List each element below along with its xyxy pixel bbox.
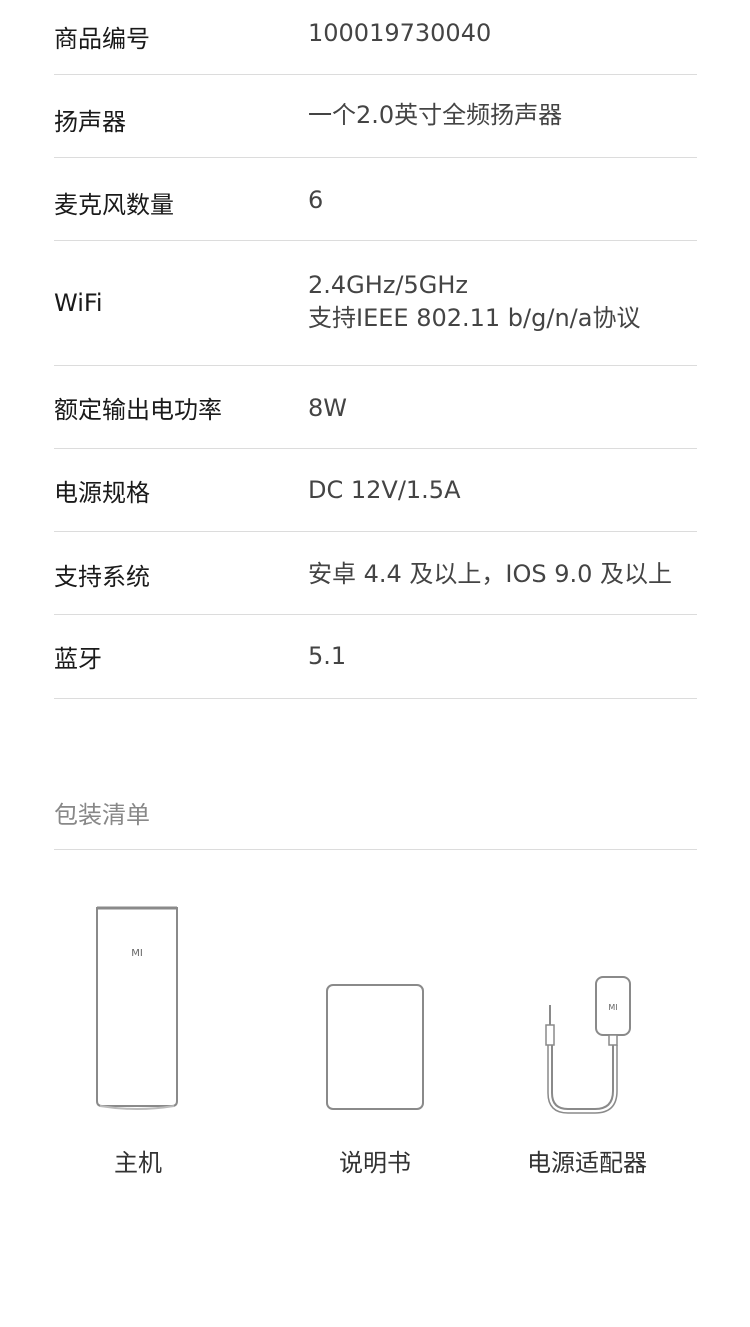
spec-row-os-support: 支持系统 安卓 4.4 及以上，IOS 9.0 及以上 — [54, 532, 697, 615]
package-item-power-adapter: MI — [540, 975, 635, 1115]
spec-label: WiFi — [54, 289, 103, 317]
package-item-label: 主机 — [114, 1149, 162, 1177]
package-list-title: 包装清单 — [54, 801, 150, 829]
spec-value: 5.1 — [308, 642, 347, 670]
spec-label: 扬声器 — [54, 108, 126, 136]
spec-row-microphones: 麦克风数量 6 — [54, 158, 697, 241]
package-item-manual — [325, 983, 425, 1111]
spec-value: 一个2.0英寸全频扬声器 — [308, 101, 563, 129]
spec-label: 电源规格 — [54, 479, 150, 507]
spec-value: DC 12V/1.5A — [308, 476, 461, 504]
spec-value: 2.4GHz/5GHz — [308, 271, 469, 299]
package-item-speaker: MI — [92, 905, 184, 1115]
spec-value-secondary: 支持IEEE 802.11 b/g/n/a协议 — [308, 304, 641, 332]
package-item-label: 电源适配器 — [527, 1149, 647, 1177]
spec-label: 支持系统 — [54, 563, 150, 591]
package-item-label: 说明书 — [339, 1149, 411, 1177]
mi-logo: MI — [608, 1003, 617, 1012]
spec-row-wifi: WiFi 2.4GHz/5GHz 支持IEEE 802.11 b/g/n/a协议 — [54, 241, 697, 366]
spec-label: 麦克风数量 — [54, 191, 174, 219]
spec-value: 6 — [308, 186, 324, 214]
spec-value: 100019730040 — [308, 19, 492, 47]
power-adapter-icon: MI — [545, 976, 631, 1114]
spec-label: 额定输出电功率 — [54, 396, 222, 424]
speaker-icon: MI — [96, 906, 178, 1110]
spec-row-speaker: 扬声器 一个2.0英寸全频扬声器 — [54, 75, 697, 158]
divider — [54, 849, 697, 850]
manual-icon — [326, 984, 424, 1110]
spec-value: 安卓 4.4 及以上，IOS 9.0 及以上 — [308, 560, 673, 588]
spec-label: 蓝牙 — [54, 645, 102, 673]
spec-row-output-power: 额定输出电功率 8W — [54, 366, 697, 449]
spec-table: 商品编号 100019730040 扬声器 一个2.0英寸全频扬声器 麦克风数量… — [54, 0, 697, 699]
spec-row-bluetooth: 蓝牙 5.1 — [54, 615, 697, 699]
spec-label: 商品编号 — [54, 25, 150, 53]
spec-row-product-id: 商品编号 100019730040 — [54, 0, 697, 75]
mi-logo: MI — [131, 948, 143, 959]
spec-row-power-spec: 电源规格 DC 12V/1.5A — [54, 449, 697, 532]
spec-value: 8W — [308, 394, 347, 422]
